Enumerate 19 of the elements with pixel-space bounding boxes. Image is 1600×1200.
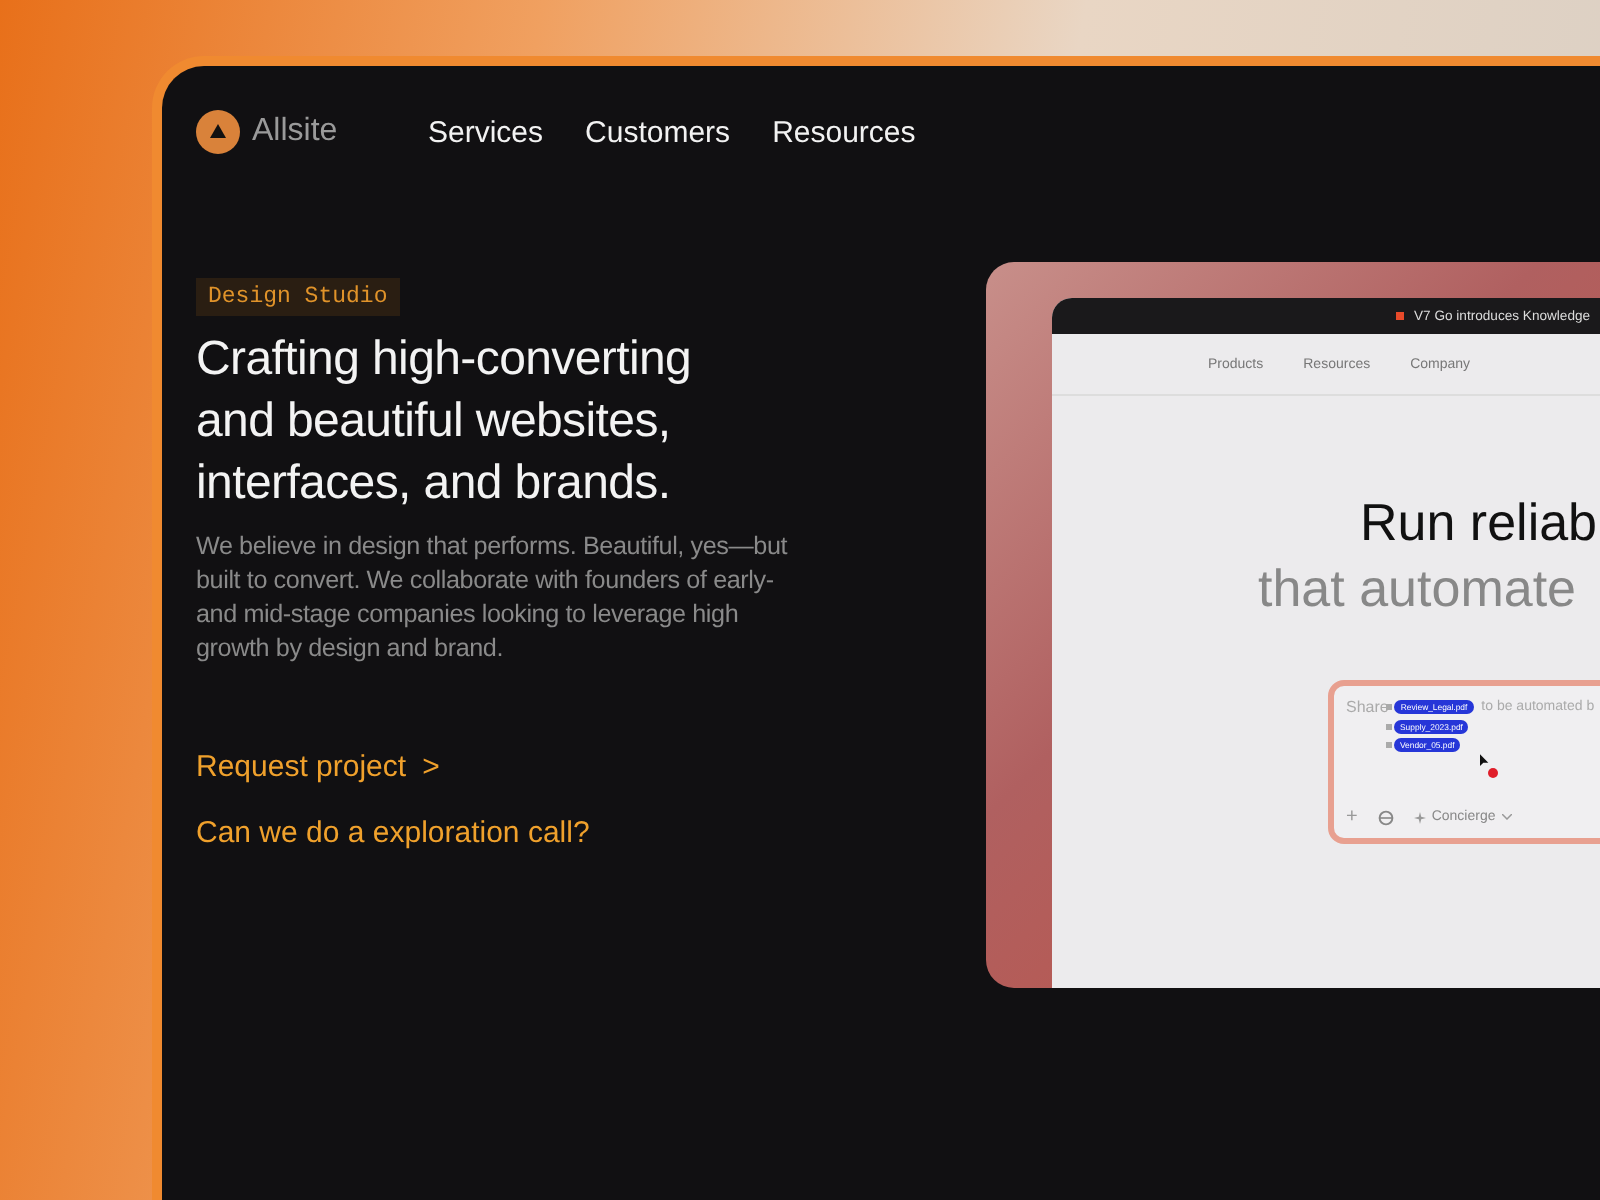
file-handle-icon xyxy=(1386,704,1393,710)
file-handle-icon xyxy=(1386,724,1392,730)
prompt-text: Share xyxy=(1346,698,1389,716)
exploration-call-link[interactable]: Can we do a exploration call? xyxy=(196,816,590,850)
hero-description: We believe in design that performs. Beautiful, yes—but built to convert. We collaborate with founders of early- and mid-stage companies looking to leverage high growth by design and brand. xyxy=(196,530,790,666)
hero-heading: Crafting high-converting and beautiful websites, interfaces, and brands. xyxy=(196,330,694,514)
notification-dot-icon xyxy=(1488,768,1498,778)
nav-link[interactable]: Customers xyxy=(585,115,731,149)
file-handle-icon xyxy=(1386,742,1392,748)
studio-tag: Design Studio xyxy=(196,278,400,316)
request-project-link[interactable]: Request project > xyxy=(196,750,440,784)
logo-icon xyxy=(196,110,240,154)
brand-name[interactable]: Allsite xyxy=(252,114,338,150)
nav-link[interactable]: Services xyxy=(428,115,544,149)
caret-icon xyxy=(1501,814,1512,820)
cursor-icon xyxy=(1480,754,1490,768)
preview-subheadline: that automate xyxy=(1256,558,1578,620)
nav-link[interactable]: Resources xyxy=(772,115,916,149)
preview-headline: Run reliab xyxy=(1358,492,1600,554)
